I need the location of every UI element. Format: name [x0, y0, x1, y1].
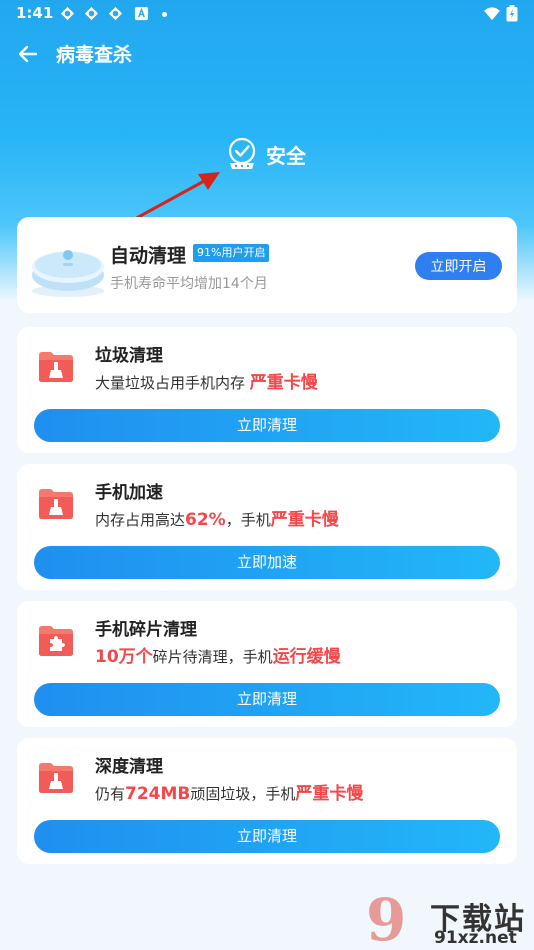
page-title: 病毒查杀	[56, 44, 133, 66]
fragment-clean-card: 手机碎片清理 10万个碎片待清理，手机运行缓慢 立即清理	[17, 601, 517, 727]
card-title: 垃圾清理	[95, 346, 163, 366]
desc-highlight: 运行缓慢	[272, 647, 341, 667]
dot-icon	[162, 12, 167, 17]
auto-clean-card: 自动清理 91%用户开启 手机寿命平均增加14个月 立即开启	[17, 217, 517, 313]
junk-clean-card: 垃圾清理 大量垃圾占用手机内存 严重卡慢 立即清理	[17, 327, 517, 453]
phone-boost-button[interactable]: 立即加速	[34, 546, 500, 579]
desc-text: 大量垃圾占用手机内存	[95, 374, 250, 392]
watermark-url: 91xz.net	[434, 928, 517, 948]
deep-clean-card: 深度清理 仍有724MB顽固垃圾，手机严重卡慢 立即清理	[17, 738, 517, 864]
a-icon	[134, 6, 149, 21]
status-time: 1:41	[16, 4, 54, 22]
auto-clean-title: 自动清理	[110, 245, 187, 267]
user-percent-badge: 91%用户开启	[193, 244, 270, 262]
card-description: 内存占用高达62%，手机严重卡慢	[95, 505, 339, 530]
desc-highlight: 10万个	[95, 647, 153, 667]
desc-text: ，手机	[225, 511, 271, 529]
desc-highlight: 严重卡慢	[249, 373, 318, 393]
watermark-mark: 9	[366, 886, 407, 950]
robot-vacuum-icon	[32, 250, 104, 297]
card-title: 手机加速	[95, 483, 163, 503]
top-bar: 病毒查杀	[0, 32, 534, 76]
card-title: 深度清理	[95, 757, 163, 777]
auto-clean-subtitle: 手机寿命平均增加14个月	[110, 276, 268, 292]
desc-text: 顽固垃圾，手机	[190, 785, 296, 803]
broom-folder-icon	[39, 763, 73, 793]
phone-boost-card: 手机加速 内存占用高达62%，手机严重卡慢 立即加速	[17, 464, 517, 590]
card-description: 大量垃圾占用手机内存 严重卡慢	[95, 368, 318, 393]
status-bar: 1:41	[0, 0, 534, 28]
wifi-icon	[484, 7, 500, 21]
broom-folder-icon	[39, 489, 73, 519]
shield-check-icon	[228, 137, 256, 169]
desc-text: 内存占用高达	[95, 511, 186, 529]
enable-auto-clean-button[interactable]: 立即开启	[415, 252, 502, 280]
back-arrow-icon[interactable]	[12, 38, 44, 70]
app-icon	[108, 6, 123, 21]
safety-status-text: 安全	[266, 144, 306, 168]
card-description: 10万个碎片待清理，手机运行缓慢	[95, 642, 341, 667]
broom-folder-icon	[39, 352, 73, 382]
deep-clean-button[interactable]: 立即清理	[34, 820, 500, 853]
desc-highlight: 严重卡慢	[270, 510, 339, 530]
card-title: 手机碎片清理	[95, 620, 197, 640]
desc-highlight: 严重卡慢	[295, 784, 364, 804]
desc-highlight: 724MB	[125, 784, 191, 804]
battery-icon	[506, 5, 518, 22]
fragment-clean-button[interactable]: 立即清理	[34, 683, 500, 716]
app-icon	[84, 6, 99, 21]
puzzle-folder-icon	[39, 626, 73, 656]
watermark-logo: 9 下载站 91xz.net	[360, 890, 534, 950]
card-description: 仍有724MB顽固垃圾，手机严重卡慢	[95, 779, 363, 804]
desc-highlight: 62%	[185, 510, 226, 530]
desc-text: 碎片待清理，手机	[152, 648, 273, 666]
app-icon	[60, 6, 75, 21]
junk-clean-button[interactable]: 立即清理	[34, 409, 500, 442]
desc-text: 仍有	[95, 785, 126, 803]
